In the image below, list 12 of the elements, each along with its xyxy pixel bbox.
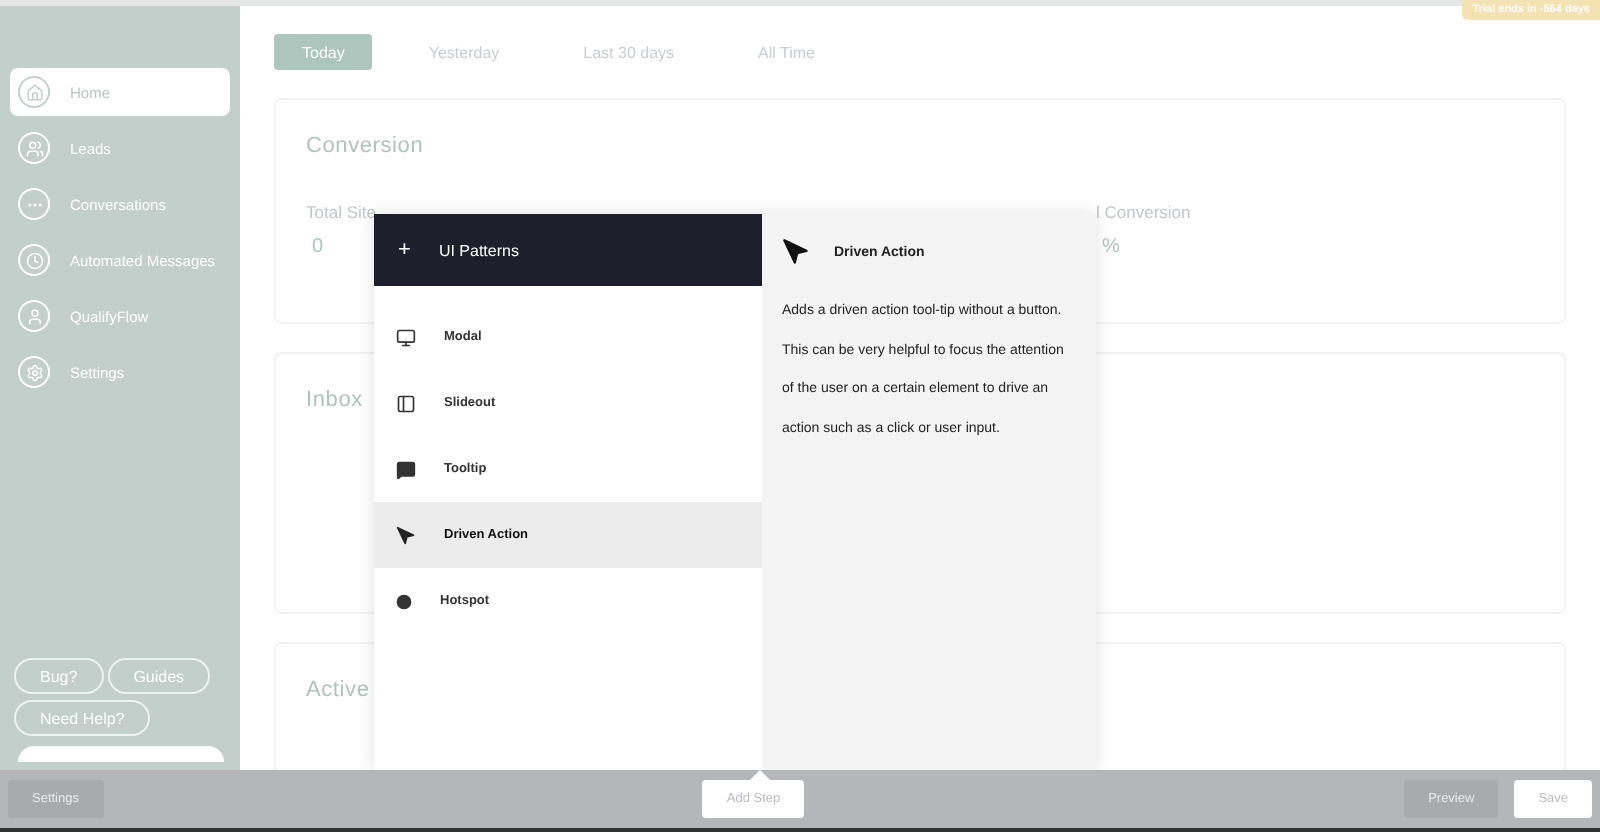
date-tab[interactable]: Today [274,34,373,70]
card-title: Active [306,678,370,702]
stat-value: % [1100,236,1120,258]
card-title: Inbox [306,388,363,412]
help-button[interactable]: Guides [107,658,211,694]
popup-title: UI Patterns [438,241,519,259]
card-title: Conversion [306,134,424,158]
add-icon[interactable]: + [398,238,411,262]
stat-value: 0 [310,236,324,258]
stat-label: Total Site [306,202,378,222]
help-button[interactable]: Bug? [14,658,104,694]
help-button[interactable]: Need Help? [14,700,151,736]
